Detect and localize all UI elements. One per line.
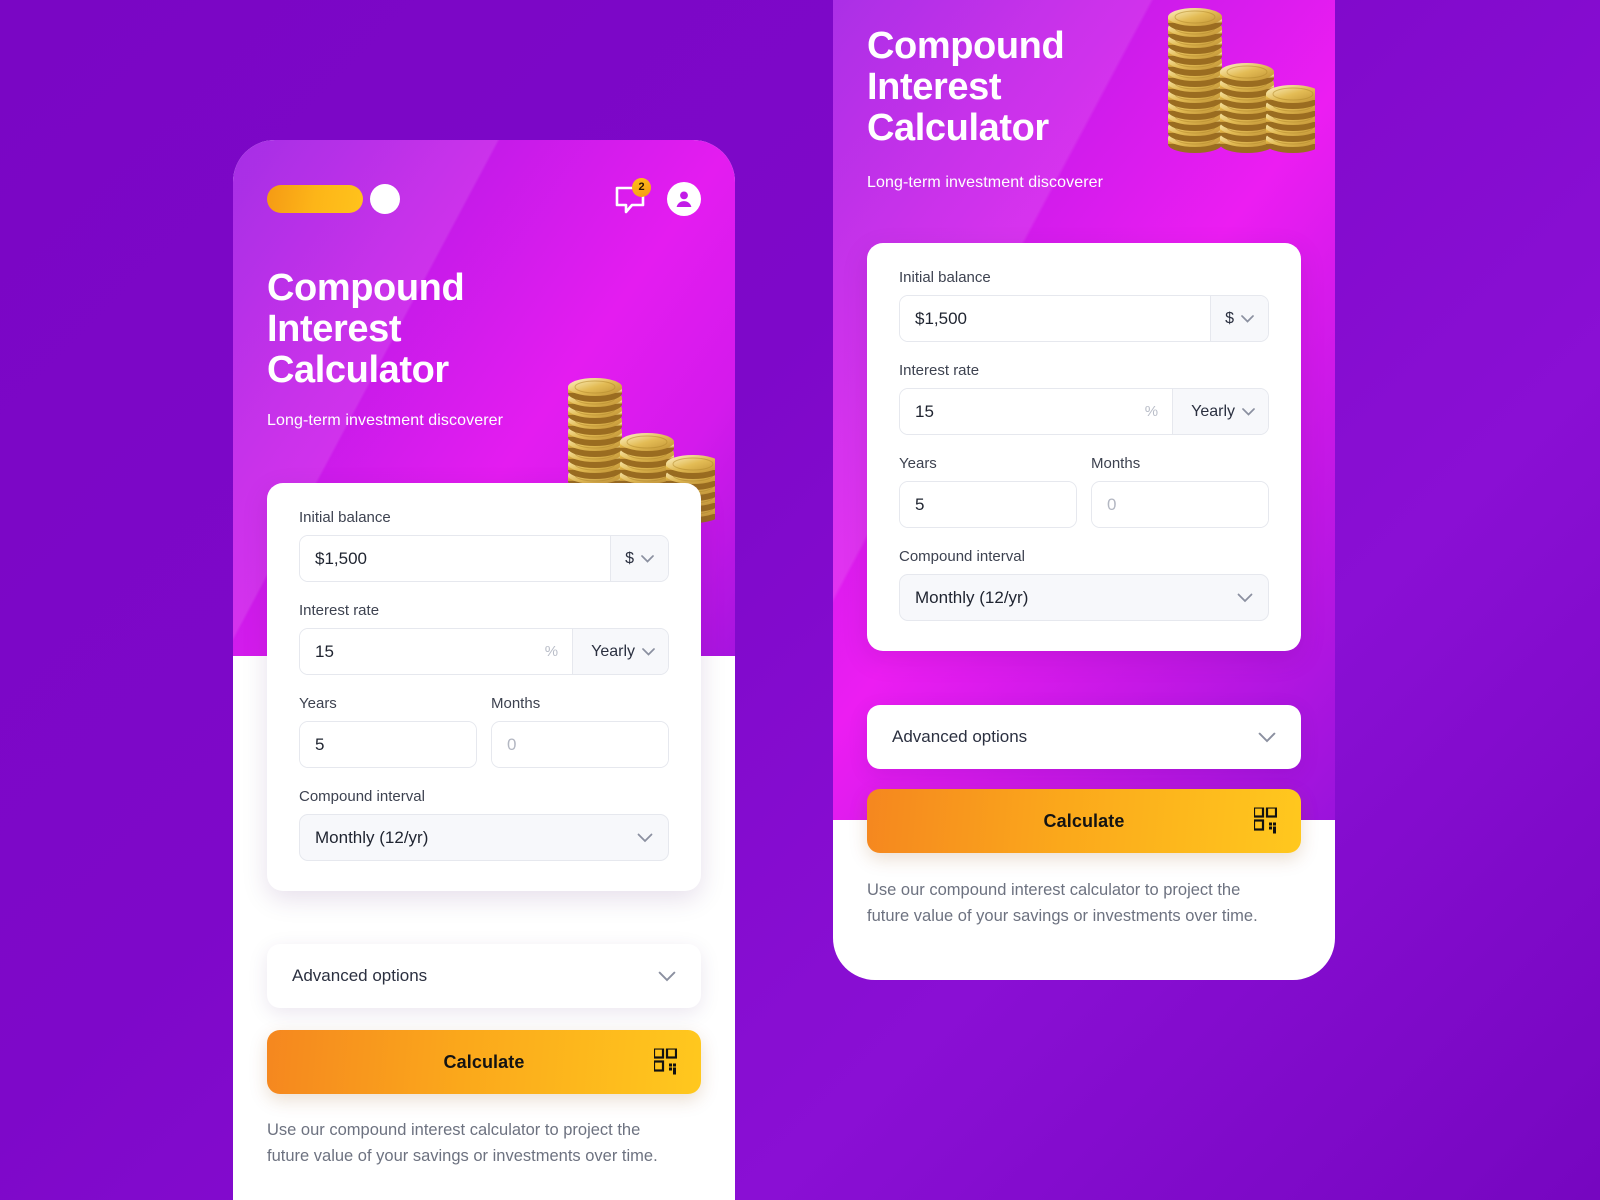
chevron-down-icon [1241,314,1254,323]
chevron-down-icon [1237,593,1253,602]
currency-selector[interactable]: $ [1210,296,1268,341]
months-label: Months [491,695,541,712]
chevron-down-icon [1242,407,1255,416]
topbar-actions: 2 [613,178,701,216]
calculate-button[interactable]: Calculate [267,1030,701,1094]
qr-code-icon [1254,807,1277,835]
qr-code-icon [654,1048,677,1076]
interest-rate-label: Interest rate [299,602,380,619]
page-subtitle: Long-term investment discoverer [267,412,504,429]
rate-period-selector[interactable]: Yearly [1172,389,1268,434]
years-field[interactable]: 5 [899,481,1077,528]
avatar[interactable] [667,182,701,216]
footer-description: Use our compound interest calculator to … [867,881,1258,925]
rate-period-value: Yearly [1191,402,1235,420]
chat-button[interactable]: 2 [613,178,651,216]
notification-badge: 2 [632,178,651,197]
calculator-form-card: Initial balance $1,500 $ Interest rate 1… [867,243,1301,651]
chevron-down-icon [637,833,653,842]
advanced-options-label: Advanced options [892,727,1028,746]
brand-dot-logo [370,184,400,214]
compound-interval-select[interactable]: Monthly (12/yr) [299,814,669,861]
compound-interval-value: Monthly (12/yr) [915,587,1029,607]
user-avatar-icon [676,191,692,207]
panel-right: Compound Interest Calculator Long-term i… [833,0,1335,980]
advanced-options-row[interactable]: Advanced options [267,944,701,1008]
percent-unit: % [1144,389,1173,434]
months-input[interactable]: 0 [1092,482,1268,527]
rate-period-selector[interactable]: Yearly [572,629,668,674]
years-input[interactable]: 5 [900,482,1076,527]
calculate-button-label: Calculate [443,1051,525,1072]
compound-interval-label: Compound interval [299,788,425,805]
footer-description: Use our compound interest calculator to … [267,1121,658,1165]
app-topbar: 2 [267,178,701,216]
compound-interval-label: Compound interval [899,548,1025,565]
calculator-form-card: Initial balance $1,500 $ Interest rate 1… [267,483,701,891]
rate-period-value: Yearly [591,642,635,660]
page-title: Compound Interest Calculator [267,267,465,392]
page-subtitle: Long-term investment discoverer [867,174,1104,191]
currency-value: $ [625,549,634,567]
interest-rate-label: Interest rate [899,362,980,379]
interest-rate-input[interactable]: 15 [900,389,1145,434]
years-label: Years [899,455,937,472]
advanced-options-row[interactable]: Advanced options [867,705,1301,769]
months-field[interactable]: 0 [491,721,669,768]
calculate-button[interactable]: Calculate [867,789,1301,853]
gold-coin-stacks-illustration [1167,7,1315,154]
chevron-down-icon [1258,732,1276,742]
chevron-down-icon [642,647,655,656]
initial-balance-input[interactable]: $1,500 [300,536,611,581]
chevron-down-icon [658,971,676,981]
initial-balance-field[interactable]: $1,500 $ [299,535,669,582]
percent-unit: % [544,629,573,674]
currency-value: $ [1225,309,1234,327]
brand-pill-logo [267,185,363,213]
compound-interval-value: Monthly (12/yr) [315,827,429,847]
months-field[interactable]: 0 [1091,481,1269,528]
calculate-button-label: Calculate [1043,810,1125,831]
years-input[interactable]: 5 [300,722,476,767]
initial-balance-field[interactable]: $1,500 $ [899,295,1269,342]
initial-balance-label: Initial balance [299,509,391,526]
initial-balance-label: Initial balance [899,269,991,286]
interest-rate-field[interactable]: 15 % Yearly [899,388,1269,435]
months-label: Months [1091,455,1141,472]
advanced-options-label: Advanced options [292,966,428,985]
months-input[interactable]: 0 [492,722,668,767]
years-field[interactable]: 5 [299,721,477,768]
interest-rate-input[interactable]: 15 [300,629,545,674]
page-title: Compound Interest Calculator [867,25,1065,150]
interest-rate-field[interactable]: 15 % Yearly [299,628,669,675]
compound-interval-select[interactable]: Monthly (12/yr) [899,574,1269,621]
initial-balance-input[interactable]: $1,500 [900,296,1211,341]
currency-selector[interactable]: $ [610,536,668,581]
phone-mockup-left: 2 Compound Interest Calculator Long-term… [233,140,735,1200]
years-label: Years [299,695,337,712]
chevron-down-icon [641,554,654,563]
